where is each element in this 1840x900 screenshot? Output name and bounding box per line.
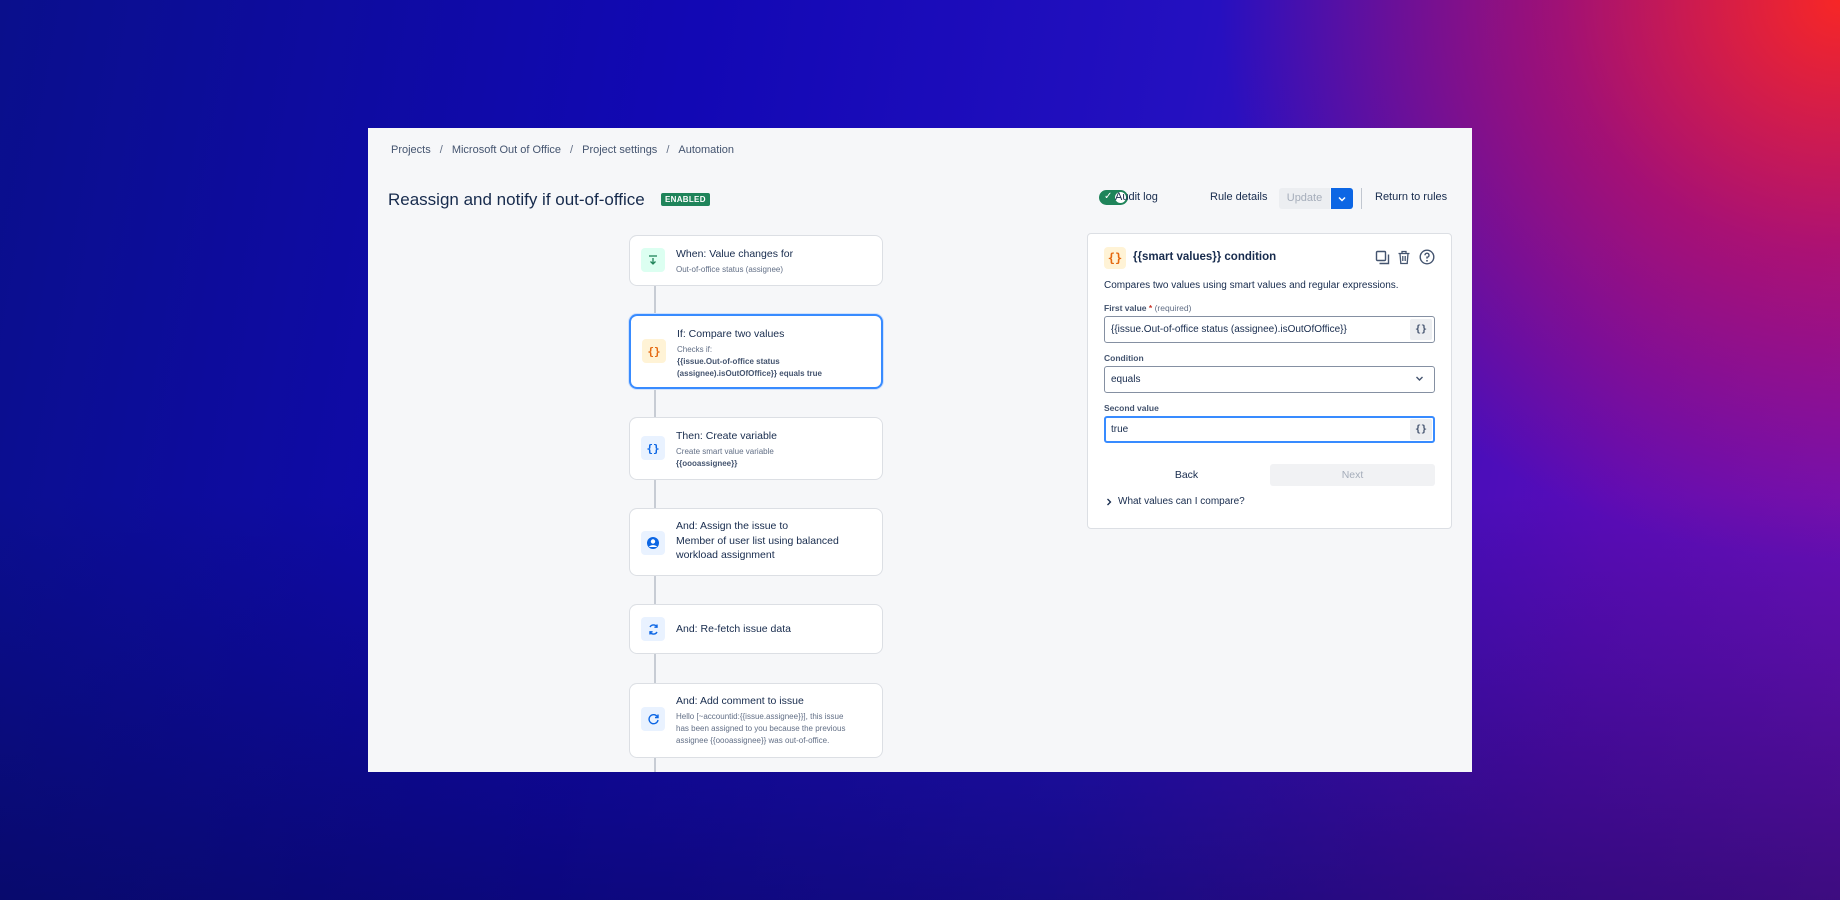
assign-user-icon bbox=[641, 531, 665, 555]
flow-step-condition[interactable]: {} If: Compare two values Checks if: {{i… bbox=[629, 314, 883, 389]
step-subtitle: Create smart value variable bbox=[676, 447, 774, 456]
first-value-text: {{issue.Out-of-office status (assignee).… bbox=[1111, 324, 1347, 335]
back-button[interactable]: Back bbox=[1104, 464, 1269, 486]
breadcrumb-separator: / bbox=[666, 144, 670, 156]
step-title: When: Value changes for bbox=[676, 248, 794, 260]
step-subtitle: {{oooassignee}} bbox=[676, 459, 738, 468]
step-title: Then: Create variable bbox=[676, 430, 777, 442]
smart-value-insert-button[interactable]: {} bbox=[1410, 419, 1432, 440]
first-value-input[interactable]: {{issue.Out-of-office status (assignee).… bbox=[1104, 316, 1435, 343]
next-button[interactable]: Next bbox=[1270, 464, 1435, 486]
flow-step-trigger[interactable]: When: Value changes for Out-of-office st… bbox=[629, 235, 883, 286]
breadcrumb-separator: / bbox=[570, 144, 574, 156]
delete-button[interactable] bbox=[1395, 248, 1413, 266]
required-text: (required) bbox=[1154, 303, 1192, 313]
breadcrumb-project-settings[interactable]: Project settings bbox=[582, 144, 657, 156]
breadcrumb-separator: / bbox=[439, 144, 443, 156]
help-icon bbox=[1419, 249, 1435, 265]
chevron-right-icon bbox=[1107, 498, 1112, 505]
rule-details-button[interactable]: Rule details bbox=[1210, 191, 1267, 203]
panel-title: {{smart values}} condition bbox=[1133, 251, 1277, 263]
breadcrumb-automation[interactable]: Automation bbox=[678, 144, 734, 156]
condition-config-panel: {} {{smart values}} condition Compares t… bbox=[1087, 233, 1452, 529]
status-badge: ENABLED bbox=[661, 193, 710, 206]
help-expander[interactable]: What values can I compare? bbox=[1106, 496, 1245, 507]
step-subtitle: has been assigned to you because the pre… bbox=[676, 724, 846, 733]
step-title: And: Add comment to issue bbox=[676, 695, 804, 707]
panel-description: Compares two values using smart values a… bbox=[1104, 280, 1399, 291]
first-value-label: First value * (required) bbox=[1104, 303, 1191, 313]
second-value-text: true bbox=[1111, 424, 1129, 435]
breadcrumb-projects[interactable]: Projects bbox=[391, 144, 431, 156]
first-value-label-text: First value bbox=[1104, 303, 1147, 313]
condition-value: equals bbox=[1111, 374, 1141, 385]
flow-step-add-comment[interactable]: And: Add comment to issue Hello [~accoun… bbox=[629, 683, 883, 758]
trash-icon bbox=[1398, 250, 1410, 264]
step-subtitle: Checks if: bbox=[677, 345, 713, 354]
return-to-rules-button[interactable]: Return to rules bbox=[1375, 191, 1447, 203]
step-title: And: Re-fetch issue data bbox=[676, 623, 791, 635]
chevron-down-icon bbox=[1416, 376, 1423, 381]
second-value-label: Second value bbox=[1104, 403, 1159, 413]
required-marker: * bbox=[1148, 303, 1153, 313]
comment-icon bbox=[641, 707, 665, 731]
page-title: Reassign and notify if out-of-office bbox=[388, 190, 645, 209]
divider bbox=[1361, 188, 1362, 209]
step-title: Member of user list using balanced bbox=[676, 535, 839, 547]
condition-label: Condition bbox=[1104, 353, 1144, 363]
step-title: And: Assign the issue to bbox=[676, 520, 789, 532]
step-subtitle: Hello [~accountid:{{issue.assignee}}], t… bbox=[676, 712, 844, 721]
automation-window: Projects / Microsoft Out of Office / Pro… bbox=[368, 128, 1472, 772]
breadcrumb-project[interactable]: Microsoft Out of Office bbox=[452, 144, 561, 156]
variable-icon: {} bbox=[641, 436, 665, 460]
flow-step-refetch[interactable]: And: Re-fetch issue data bbox=[629, 604, 883, 654]
step-subtitle: assignee {{oooassignee}} was out-of-offi… bbox=[676, 736, 830, 745]
update-button[interactable]: Update bbox=[1279, 188, 1330, 209]
update-dropdown-button[interactable] bbox=[1331, 188, 1353, 209]
chevron-down-icon bbox=[1338, 196, 1346, 202]
help-expander-label: What values can I compare? bbox=[1118, 496, 1245, 507]
copy-icon bbox=[1375, 250, 1389, 264]
help-button[interactable] bbox=[1418, 248, 1436, 266]
flow-step-create-variable[interactable]: {} Then: Create variable Create smart va… bbox=[629, 417, 883, 480]
step-title: workload assignment bbox=[676, 549, 775, 561]
audit-log-button[interactable]: Audit log bbox=[1115, 191, 1158, 203]
step-title: If: Compare two values bbox=[677, 328, 785, 340]
check-icon: ✓ bbox=[1104, 191, 1113, 202]
step-subtitle: {{issue.Out-of-office status bbox=[677, 357, 780, 366]
trigger-icon bbox=[641, 248, 665, 272]
smart-value-insert-button[interactable]: {} bbox=[1410, 319, 1432, 340]
step-subtitle: (assignee).isOutOfOffice}} equals true bbox=[677, 369, 822, 378]
step-subtitle: Out-of-office status (assignee) bbox=[676, 265, 784, 274]
refresh-icon bbox=[641, 617, 665, 641]
smart-value-icon: {} bbox=[1104, 247, 1126, 269]
flow-step-assign-issue[interactable]: And: Assign the issue to Member of user … bbox=[629, 508, 883, 576]
breadcrumb: Projects / Microsoft Out of Office / Pro… bbox=[391, 144, 734, 156]
condition-select[interactable]: equals bbox=[1104, 366, 1435, 393]
second-value-input[interactable]: true {} bbox=[1104, 416, 1435, 443]
smart-value-icon: {} bbox=[642, 339, 666, 363]
duplicate-button[interactable] bbox=[1373, 248, 1391, 266]
